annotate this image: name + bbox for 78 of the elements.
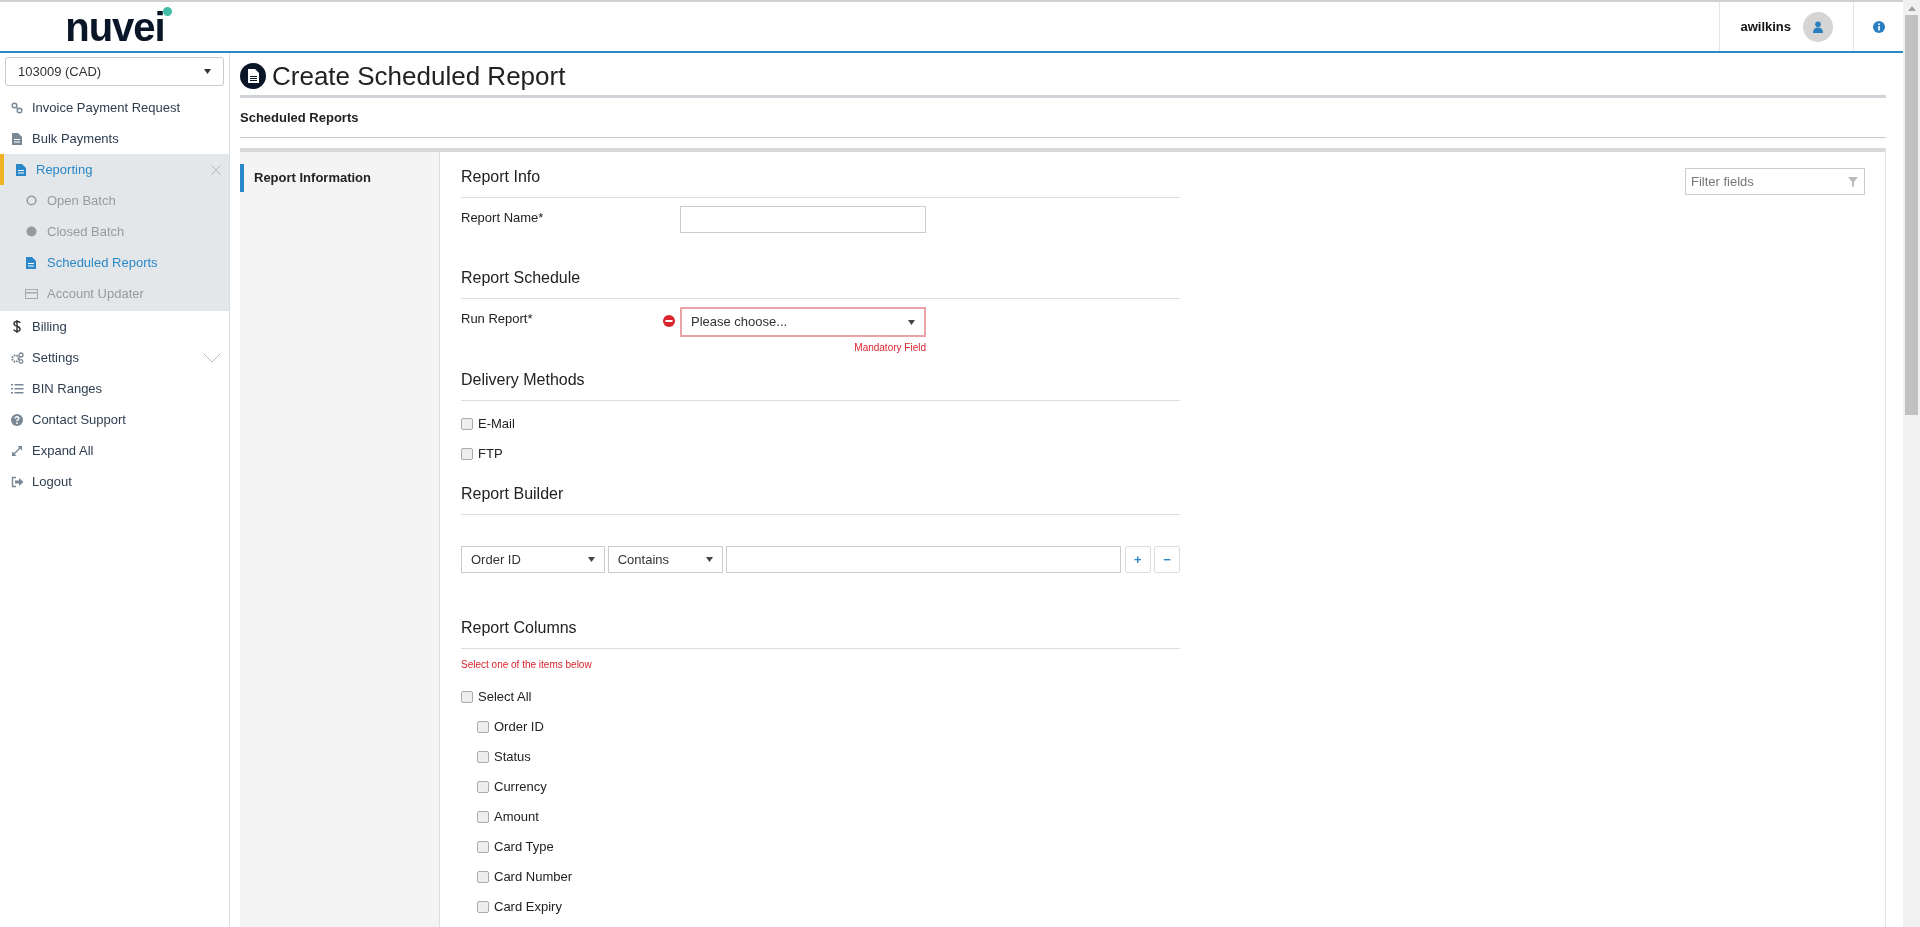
hint-text: Select one of the items below xyxy=(461,658,593,672)
document-icon xyxy=(12,132,22,145)
card-icon xyxy=(24,288,38,299)
dot-icon xyxy=(25,226,37,237)
error-message: Mandatory Field xyxy=(854,341,926,355)
dollar-icon xyxy=(13,320,21,333)
gears-icon xyxy=(10,351,24,364)
document-icon xyxy=(16,163,26,176)
list-icon xyxy=(10,382,24,395)
text-field[interactable] xyxy=(680,206,926,233)
section-heading: Delivery Methods xyxy=(461,370,586,390)
scrollbar[interactable] xyxy=(1903,0,1920,927)
checkbox[interactable] xyxy=(477,871,489,883)
nav-item[interactable]: BIN Ranges xyxy=(0,373,229,404)
nav-item[interactable]: Settings xyxy=(0,342,229,373)
caret-icon xyxy=(908,319,915,325)
avatar-icon[interactable] xyxy=(1803,11,1833,42)
info-icon[interactable] xyxy=(1872,20,1885,33)
section-heading: Report Columns xyxy=(461,618,578,638)
filter-icon xyxy=(1848,177,1858,187)
remove-button[interactable]: − xyxy=(1153,546,1180,573)
checkbox-label[interactable]: Card Expiry xyxy=(494,897,562,917)
expand-icon xyxy=(11,444,23,457)
scroll-up-icon[interactable] xyxy=(1907,6,1916,11)
checkbox-label[interactable]: Amount xyxy=(494,807,539,827)
section-heading: Report Builder xyxy=(461,484,565,504)
checkbox[interactable] xyxy=(477,841,489,853)
close-icon[interactable] xyxy=(211,164,221,175)
help-icon xyxy=(11,413,23,426)
filter-field[interactable]: Filter fields xyxy=(1685,168,1865,195)
select-field[interactable]: Order ID xyxy=(461,546,605,573)
checkbox-label[interactable]: Status xyxy=(494,747,531,767)
chevron-down-icon[interactable] xyxy=(203,352,221,363)
value-field[interactable] xyxy=(726,546,1121,573)
checkbox-label[interactable]: Order ID xyxy=(494,717,544,737)
checkbox-label[interactable]: Card Type xyxy=(494,837,554,857)
checkbox[interactable] xyxy=(461,418,473,430)
page-title: Create Scheduled Report xyxy=(272,62,566,89)
field-label: Run Report* xyxy=(461,310,534,328)
add-button[interactable]: + xyxy=(1124,546,1151,573)
checkbox[interactable] xyxy=(477,781,489,793)
nav-item[interactable]: Invoice Payment Request xyxy=(0,92,229,123)
document-icon xyxy=(240,62,266,89)
side-tab[interactable]: Report Information xyxy=(240,164,439,192)
checkbox[interactable] xyxy=(477,721,489,733)
field-label: Report Name* xyxy=(461,209,545,227)
nav-item[interactable]: Logout xyxy=(0,466,229,497)
username[interactable]: awilkins xyxy=(1740,16,1791,37)
section-heading: Report Info xyxy=(461,167,542,187)
account-select[interactable]: 103009 (CAD) xyxy=(5,57,224,86)
nav-item[interactable]: Bulk Payments xyxy=(0,123,229,154)
scrollbar-thumb[interactable] xyxy=(1905,15,1918,415)
nav-item[interactable]: Expand All xyxy=(0,435,229,466)
checkbox[interactable] xyxy=(477,751,489,763)
checkbox-label[interactable]: Card Number xyxy=(494,867,573,887)
checkbox[interactable] xyxy=(461,448,473,460)
section-heading: Report Schedule xyxy=(461,268,582,288)
checkbox-label[interactable]: Currency xyxy=(494,777,547,797)
select-field[interactable]: Please choose... xyxy=(680,307,926,337)
logout-icon xyxy=(10,475,24,488)
checkbox-label[interactable]: Select All xyxy=(478,687,532,707)
circle-icon xyxy=(25,195,37,206)
caret-icon xyxy=(587,557,595,562)
breadcrumb[interactable]: Scheduled Reports xyxy=(240,107,359,128)
nav-item[interactable]: Contact Support xyxy=(0,404,229,435)
caret-icon xyxy=(204,69,211,74)
link-icon xyxy=(11,101,23,114)
select-field[interactable]: Contains xyxy=(607,546,724,573)
document-icon xyxy=(26,256,36,269)
checkbox-label[interactable]: FTP xyxy=(478,444,503,464)
logo: nuvei xyxy=(65,6,165,47)
checkbox[interactable] xyxy=(477,811,489,823)
checkbox-label[interactable]: E-Mail xyxy=(478,414,515,434)
checkbox[interactable] xyxy=(477,901,489,913)
error-icon xyxy=(663,315,675,327)
caret-icon xyxy=(706,557,714,562)
nav-item[interactable]: Billing xyxy=(0,311,229,342)
checkbox[interactable] xyxy=(461,691,473,703)
